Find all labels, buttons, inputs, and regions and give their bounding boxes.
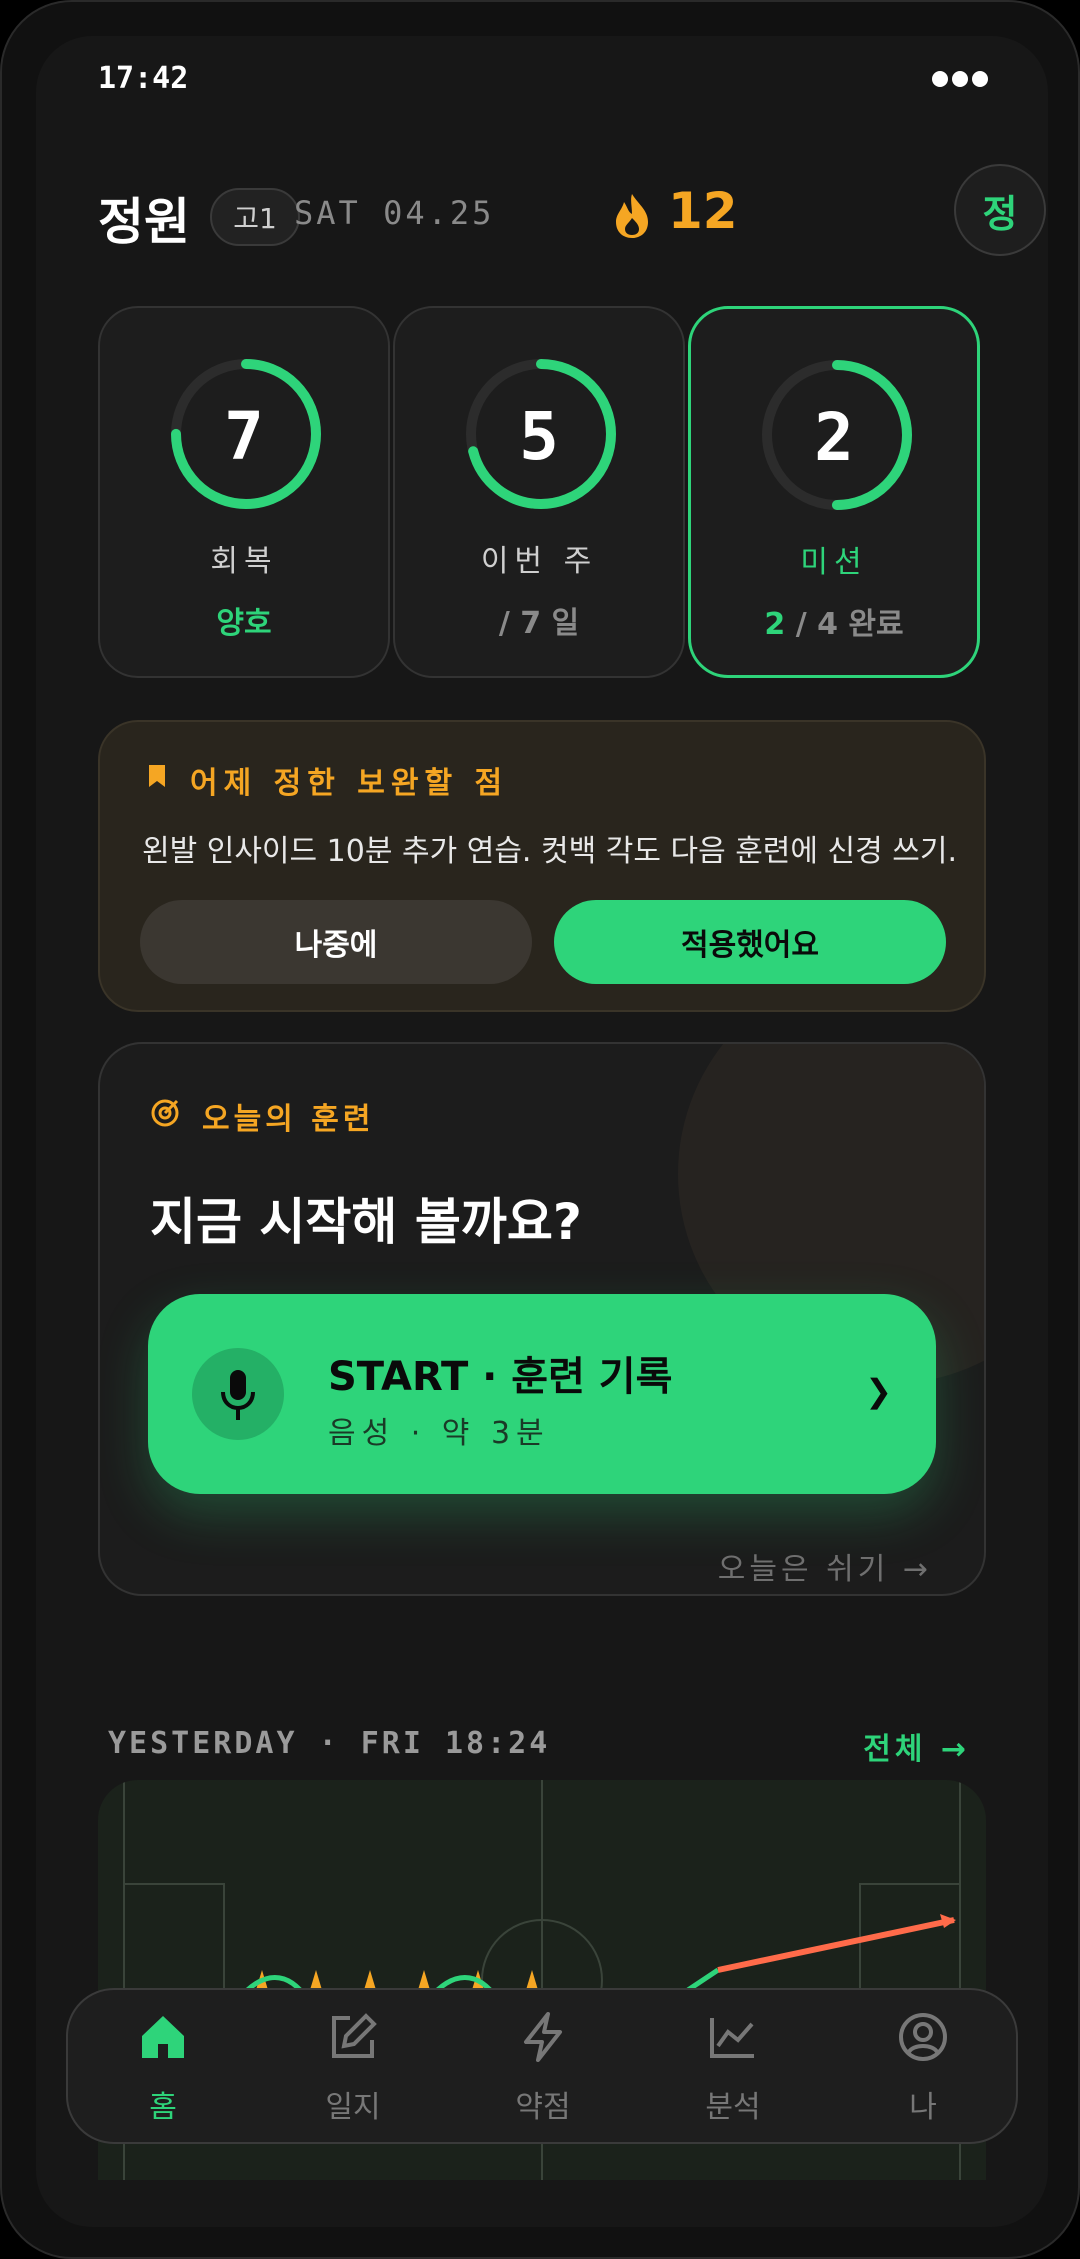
training-tag: 오늘의 훈련 (202, 1102, 375, 1137)
start-subtitle: 음성 · 약 3분 (328, 1416, 550, 1451)
tab-analysis[interactable]: 분석 (638, 1990, 828, 2146)
tab-home[interactable]: 홈 (68, 1990, 258, 2146)
mission-value: 2 (814, 399, 854, 476)
recovery-label: 회복 (210, 544, 278, 579)
review-title: 어제 정한 보완할 점 (190, 766, 509, 801)
apply-button[interactable]: 적용했어요 (554, 900, 946, 984)
user-name: 정원 (98, 193, 190, 251)
grade-badge: 고1 (210, 188, 300, 246)
recovery-status: 양호 (216, 606, 272, 641)
tab-weakness[interactable]: 약점 (448, 1990, 638, 2146)
bottom-tab-bar: 홈 일지 약점 분석 나 (66, 1988, 1018, 2144)
start-training-button[interactable]: START · 훈련 기록 음성 · 약 3분 ❯ (148, 1294, 936, 1494)
screen: 17:42 정원 고1 SAT 04.25 12 정 7 회복 양호 5 이번 … (36, 36, 1048, 2227)
streak-count: 12 (668, 182, 738, 240)
mission-total: / 4 완료 (785, 607, 904, 642)
review-card: 어제 정한 보완할 점 왼발 인사이드 10분 추가 연습. 컷백 각도 다음 … (98, 720, 986, 1012)
target-icon (151, 1099, 179, 1127)
microphone-icon (221, 1370, 255, 1420)
current-date: SAT 04.25 (294, 194, 495, 232)
bookmark-icon (149, 765, 165, 787)
weekly-label: 이번 주 (480, 544, 598, 579)
recovery-card[interactable]: 7 회복 양호 (98, 306, 390, 678)
weekly-value: 5 (519, 398, 559, 475)
rest-today-link[interactable]: 오늘은 쉬기 → (718, 1544, 932, 1588)
mission-label: 미션 (800, 545, 868, 580)
training-heading: 지금 시작해 볼까요? (150, 1193, 582, 1251)
header: 정원 고1 SAT 04.25 12 정 (98, 164, 1048, 282)
mission-card[interactable]: 2 미션 2 / 4 완료 (688, 306, 980, 678)
tab-home-label: 홈 (149, 2090, 177, 2125)
edit-icon (332, 2013, 377, 2058)
tab-me[interactable]: 나 (828, 1990, 1018, 2146)
tab-analysis-label: 분석 (705, 2090, 761, 2125)
start-title: START · 훈련 기록 (328, 1354, 673, 1400)
chart-icon (710, 2018, 754, 2058)
review-text: 왼발 인사이드 10분 추가 연습. 컷백 각도 다음 훈련에 신경 쓰기. (142, 834, 958, 869)
training-card: 오늘의 훈련 지금 시작해 볼까요? START · 훈련 기록 음성 · 약 … (98, 1042, 986, 1596)
recovery-value: 7 (224, 398, 264, 475)
user-icon (899, 2013, 947, 2061)
weekly-total: / 7 일 (498, 606, 580, 641)
tab-journal-label: 일지 (325, 2090, 381, 2125)
bolt-icon (524, 2012, 562, 2062)
flame-icon (616, 194, 648, 238)
status-time: 17:42 (98, 61, 189, 96)
device-frame: 17:42 정원 고1 SAT 04.25 12 정 7 회복 양호 5 이번 … (0, 0, 1080, 2259)
yesterday-label: YESTERDAY · FRI 18:24 (108, 1726, 551, 1761)
chevron-right-icon: ❯ (865, 1372, 892, 1410)
profile-avatar[interactable]: 정 (954, 164, 1046, 256)
mission-progress: 2 / 4 완료 (691, 599, 977, 643)
tab-weakness-label: 약점 (515, 2090, 571, 2125)
status-indicator-icon (932, 71, 988, 87)
tab-me-label: 나 (909, 2090, 937, 2125)
later-button[interactable]: 나중에 (140, 900, 532, 984)
mic-button (192, 1348, 284, 1440)
mission-done-count: 2 (764, 607, 786, 642)
view-all-link[interactable]: 전체 → (863, 1724, 970, 1768)
weekly-card[interactable]: 5 이번 주 / 7 일 (393, 306, 685, 678)
home-icon (142, 2016, 184, 2058)
tab-journal[interactable]: 일지 (258, 1990, 448, 2146)
